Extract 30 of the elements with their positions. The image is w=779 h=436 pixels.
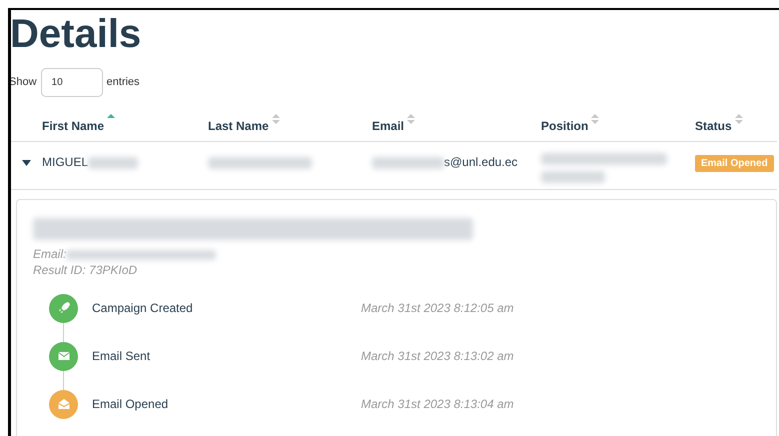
column-header[interactable]: Status [695,119,732,133]
blurred-text [372,156,444,169]
column-header[interactable]: Position [541,119,588,133]
entries-label: entries [106,75,140,90]
open-envelope-icon [56,397,70,411]
event-time: March 31st 2023 8:12:05 am [361,300,514,317]
sort-icon[interactable] [591,113,600,125]
email-text: s@unl.edu.ec [444,155,518,169]
column-header[interactable]: Last Name [208,119,269,133]
status-badge: Email Opened [695,155,774,172]
event-label: Email Opened [92,396,170,413]
event-time: March 31st 2023 8:13:02 am [361,348,514,365]
result-id-text: Result ID: 73PKIoD [33,262,138,278]
page-heading: Details [10,14,142,54]
email-label: Email: [33,247,66,261]
column-header[interactable]: Email [372,119,404,133]
event-label: Campaign Created [92,300,194,317]
blurred-text [541,171,605,183]
event-label: Email Sent [92,348,152,365]
sort-icon[interactable] [734,113,743,125]
rocket-icon [56,301,70,315]
column-header[interactable]: First Name [42,119,104,133]
entries-count-field[interactable]: 10 [40,68,103,97]
envelope-icon [56,349,70,363]
event-time: March 31st 2023 8:13:04 am [361,396,514,413]
first-name-text: MIGUEL [42,155,88,169]
blurred-text [88,156,138,169]
collapse-caret-icon[interactable] [22,160,31,166]
sort-icon[interactable] [407,113,416,125]
sort-icon[interactable] [272,113,280,125]
